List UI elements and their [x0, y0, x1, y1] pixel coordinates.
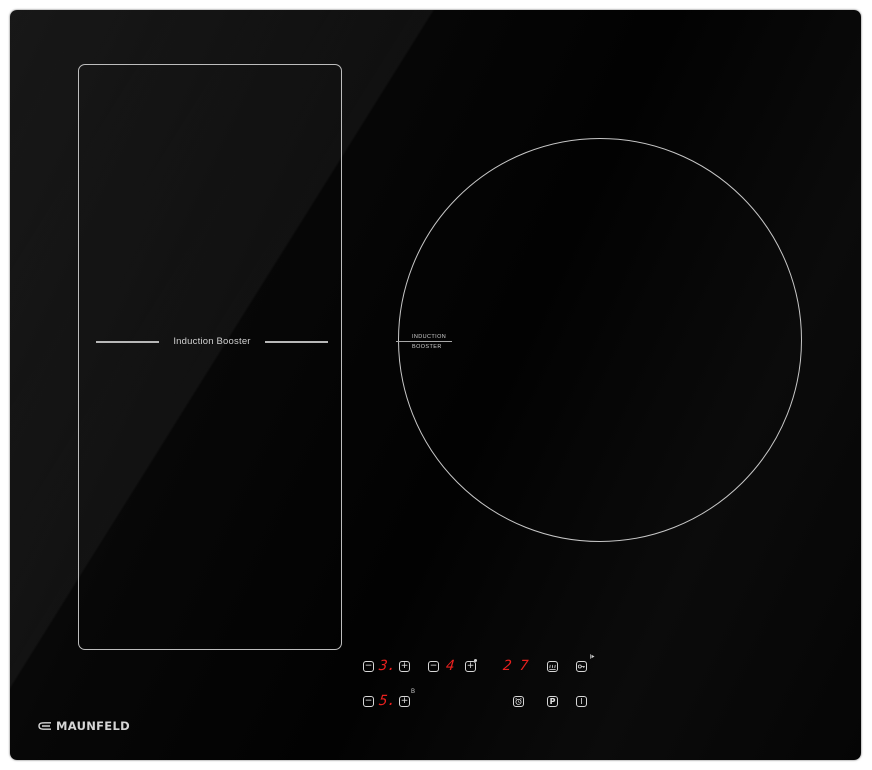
pause-button[interactable]: P: [547, 696, 558, 707]
zone1-minus-button[interactable]: −: [363, 661, 374, 672]
timer-display: 2 7: [502, 658, 530, 674]
zone2-level-display: 4: [445, 658, 456, 674]
zone1-plus-button[interactable]: +: [399, 661, 410, 672]
bridge-line-left: [96, 341, 159, 343]
zone2-indicator-dot: [474, 659, 477, 662]
alarm-clock-icon: [515, 698, 522, 705]
brand-name: MAUNFELD: [56, 719, 130, 733]
child-lock-button[interactable]: [576, 661, 587, 672]
round-zone-label-bottom: BOOSTER: [412, 344, 442, 350]
brand-logo: MAUNFELD: [38, 719, 130, 733]
bridge-line-right: [265, 341, 328, 343]
lock-indicator-icon: [590, 654, 595, 659]
zone2-plus-button[interactable]: +: [465, 661, 476, 672]
flex-zone-label: Induction Booster: [173, 336, 251, 347]
zone1-level-display: 3.: [378, 658, 397, 674]
power-button[interactable]: I: [576, 696, 587, 707]
brand-mark-icon: [38, 722, 51, 730]
keep-warm-icon: [549, 664, 556, 670]
zone3-minus-button[interactable]: −: [363, 696, 374, 707]
key-lock-icon: [577, 664, 585, 669]
zone2-minus-button[interactable]: −: [428, 661, 439, 672]
induction-hob: Induction Booster INDUCTION BOOSTER − 3.…: [10, 10, 861, 760]
timer-button[interactable]: [513, 696, 524, 707]
zone3-plus-button[interactable]: +: [399, 696, 410, 707]
zone3-level-display: 5.: [378, 693, 397, 709]
round-cooking-zone: [398, 138, 802, 542]
flex-cooking-zone: [78, 64, 342, 650]
boost-marker: B: [411, 689, 416, 695]
keep-warm-button[interactable]: [547, 661, 558, 672]
round-zone-label-top: INDUCTION: [412, 334, 447, 340]
round-zone-tick: [396, 341, 452, 342]
